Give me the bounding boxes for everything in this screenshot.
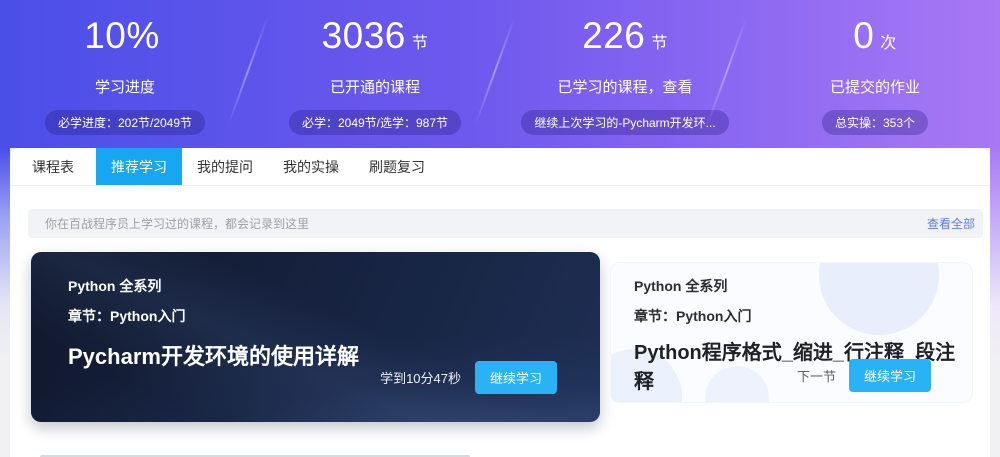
next-lesson-text: 下一节 <box>797 366 836 385</box>
continue-learning-button[interactable]: 继续学习 <box>475 361 557 394</box>
stat-unit: 次 <box>880 35 897 52</box>
stat-learned-courses: 226节 已学习的课程，查看 继续上次学习的-Pycharm开发环... <box>500 0 750 148</box>
stat-label: 已开通的课程 <box>250 76 500 97</box>
course-card-python-format[interactable]: Python 全系列 章节：Python入门 Python程序格式_缩进_行注释… <box>610 262 973 403</box>
course-card-footer: 学到10分47秒 继续学习 <box>380 361 557 394</box>
stat-unit: 节 <box>412 35 429 52</box>
tab-quiz-review[interactable]: 刷题复习 <box>354 148 440 185</box>
tab-recommended-learning[interactable]: 推荐学习 <box>96 148 182 185</box>
stat-submitted-homework: 0次 已提交的作业 总实操：353个 <box>750 0 1000 148</box>
content-panel: 课程表 推荐学习 我的提问 我的实操 刷题复习 你在百战程序员上学习过的课程，都… <box>10 148 990 457</box>
tab-course-schedule[interactable]: 课程表 <box>10 148 96 185</box>
stats-row: 10% 学习进度 必学进度：202节/2049节 3036节 已开通的课程 必学… <box>0 0 1000 148</box>
course-chapter: 章节：Python入门 <box>634 306 972 326</box>
stat-value: 10% <box>0 14 250 66</box>
stat-unit: 节 <box>651 35 668 52</box>
tab-my-practice[interactable]: 我的实操 <box>268 148 354 185</box>
left-edge-gradient <box>0 148 10 457</box>
stat-label: 已提交的作业 <box>750 76 1000 97</box>
hero-stats-banner: 10% 学习进度 必学进度：202节/2049节 3036节 已开通的课程 必学… <box>0 0 1000 148</box>
course-card-footer: 下一节 继续学习 <box>797 359 931 392</box>
stat-badge: 总实操：353个 <box>822 110 928 135</box>
tab-my-questions[interactable]: 我的提问 <box>182 148 268 185</box>
stat-value: 0次 <box>750 14 1000 66</box>
stat-learning-progress: 10% 学习进度 必学进度：202节/2049节 <box>0 0 250 148</box>
stat-opened-courses: 3036节 已开通的课程 必学：2049节/选学：987节 <box>250 0 500 148</box>
continue-learning-button[interactable]: 继续学习 <box>849 359 931 392</box>
stat-badge: 必学进度：202节/2049节 <box>45 110 205 135</box>
stat-value: 3036节 <box>250 14 500 66</box>
stat-badge-continue-last[interactable]: 继续上次学习的-Pycharm开发环... <box>521 110 728 135</box>
stat-badge: 必学：2049节/选学：987节 <box>289 110 461 135</box>
course-series: Python 全系列 <box>68 276 359 296</box>
stat-label: 学习进度 <box>0 76 250 97</box>
history-notice-bar: 你在百战程序员上学习过的课程，都会记录到这里 查看全部 <box>28 209 983 238</box>
tab-bar: 课程表 推荐学习 我的提问 我的实操 刷题复习 <box>10 148 990 186</box>
stat-label-view-link[interactable]: 已学习的课程，查看 <box>500 76 750 97</box>
dashboard-page: 10% 学习进度 必学进度：202节/2049节 3036节 已开通的课程 必学… <box>0 0 1000 457</box>
course-title: Pycharm开发环境的使用详解 <box>68 339 359 371</box>
stat-value: 226节 <box>500 14 750 66</box>
right-edge-gradient <box>990 148 1000 457</box>
watched-time-text: 学到10分47秒 <box>380 368 461 387</box>
course-card-pycharm[interactable]: Python 全系列 章节：Python入门 Pycharm开发环境的使用详解 … <box>31 252 600 422</box>
course-series: Python 全系列 <box>634 276 972 296</box>
history-notice-text: 你在百战程序员上学习过的课程，都会记录到这里 <box>45 215 309 232</box>
course-card-text: Python 全系列 章节：Python入门 Pycharm开发环境的使用详解 <box>68 276 359 371</box>
course-chapter: 章节：Python入门 <box>68 306 359 326</box>
view-all-link[interactable]: 查看全部 <box>927 215 975 232</box>
